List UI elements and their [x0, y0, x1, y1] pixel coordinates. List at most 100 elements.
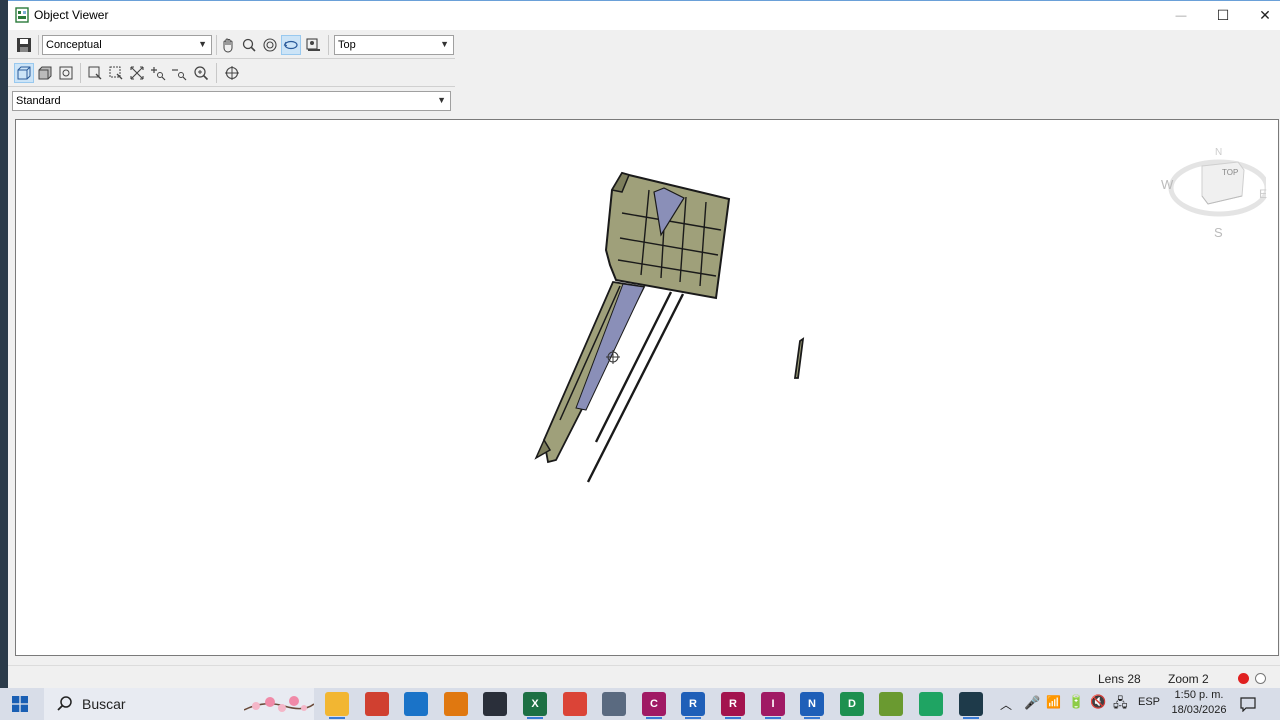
toolbar-separator: [38, 35, 39, 55]
standard-dropdown[interactable]: Standard ▼: [12, 91, 451, 111]
shaded-icon: [38, 66, 52, 80]
wireframe-icon: [17, 66, 31, 80]
taskbar-app-chrome[interactable]: [563, 692, 587, 716]
zoom-realtime-button[interactable]: [191, 63, 211, 83]
window-title: Object Viewer: [34, 8, 109, 22]
zoom-out-icon: [172, 69, 187, 81]
taskbar-app-active-indicator: [804, 717, 820, 719]
zoom-extents-icon: [109, 66, 123, 80]
taskbar-search[interactable]: Buscar: [44, 688, 314, 720]
model-object[interactable]: [534, 171, 731, 483]
viewcube-face-label[interactable]: TOP: [1222, 168, 1238, 177]
visual-style-dropdown[interactable]: Conceptual ▼: [42, 35, 212, 55]
status-bar: Lens 28 Zoom 2: [8, 665, 1280, 689]
orbit-button[interactable]: [260, 35, 280, 55]
wireframe-button[interactable]: [14, 63, 34, 83]
title-bar[interactable]: Object Viewer — ☐ ✕: [8, 1, 1280, 30]
view-dropdown[interactable]: Top ▼: [334, 35, 454, 55]
taskbar-app-active-indicator: [765, 717, 781, 719]
zoom-in-button[interactable]: [148, 63, 168, 83]
cherry-blossom-icon: [244, 696, 314, 712]
chevron-up-icon[interactable]: ︿: [1000, 696, 1012, 713]
toolbar-separator: [328, 35, 329, 55]
battery-icon[interactable]: 🔋: [1068, 694, 1084, 710]
taskbar-app-app-recycle[interactable]: [602, 692, 626, 716]
app-icon: [15, 7, 29, 23]
model-canvas[interactable]: [16, 120, 1278, 655]
visual-style-value: Conceptual: [46, 39, 102, 51]
zoom-all-button[interactable]: [127, 63, 147, 83]
network-icon[interactable]: 🖧: [1113, 694, 1128, 716]
clock-date[interactable]: 18/03/2026: [1170, 703, 1228, 718]
taskbar-app-app-dark[interactable]: [483, 692, 507, 716]
constrained-orbit-button[interactable]: [281, 35, 301, 55]
chevron-down-icon: ▼: [437, 95, 446, 105]
taskbar-app-active-indicator: [527, 717, 543, 719]
taskbar-app-app-green[interactable]: D: [840, 692, 864, 716]
zoom-readout: Zoom 2: [1168, 672, 1209, 686]
shaded-button[interactable]: [35, 63, 55, 83]
minimize-button[interactable]: —: [1158, 1, 1204, 30]
chevron-down-icon: ▼: [440, 39, 449, 49]
view-value: Top: [338, 39, 356, 51]
toolbar-separator: [216, 63, 217, 83]
viewcube-north[interactable]: N: [1215, 147, 1222, 158]
taskbar-app-terminal[interactable]: [959, 692, 983, 716]
speaker-muted-icon[interactable]: 🔇: [1090, 694, 1106, 710]
microphone-icon[interactable]: 🎤: [1024, 695, 1040, 711]
taskbar-app-navisworks[interactable]: N: [800, 692, 824, 716]
chevron-down-icon: ▼: [198, 39, 207, 49]
viewcube-south[interactable]: S: [1214, 225, 1223, 240]
windows-start-icon[interactable]: [12, 696, 28, 712]
zoom-in-icon: [151, 67, 166, 81]
toolbar-separator: [80, 63, 81, 83]
record-ring-icon[interactable]: [1255, 673, 1266, 684]
desktop-edge: [0, 0, 8, 688]
taskbar-app-drive[interactable]: [919, 692, 943, 716]
zoom-extents-button[interactable]: [106, 63, 126, 83]
wifi-icon[interactable]: 📶: [1046, 695, 1061, 709]
taskbar-app-recap[interactable]: R: [721, 692, 745, 716]
object-viewer-window: Object Viewer — ☐ ✕ Conceptual ▼ Top ▼ S…: [8, 0, 1280, 689]
zoom-window-button[interactable]: [85, 63, 105, 83]
target-button[interactable]: [222, 63, 242, 83]
taskbar-app-revit[interactable]: R: [681, 692, 705, 716]
input-language[interactable]: ESP: [1138, 696, 1160, 708]
taskbar-app-file-explorer[interactable]: [325, 692, 349, 716]
taskbar-app-civil3d[interactable]: C: [642, 692, 666, 716]
viewcube-east[interactable]: E: [1259, 187, 1267, 201]
record-indicator-icon[interactable]: [1238, 673, 1249, 684]
zoom-realtime-icon: [194, 66, 209, 81]
small-object[interactable]: [793, 337, 805, 379]
standard-value: Standard: [16, 95, 61, 107]
toolbar-divider: [8, 86, 455, 87]
save-button[interactable]: [14, 35, 34, 55]
viewcube-icon: [1168, 159, 1266, 217]
zoom-icon: [242, 38, 256, 52]
pan-button[interactable]: [218, 35, 238, 55]
notification-icon[interactable]: [1240, 696, 1256, 712]
viewcube-west[interactable]: W: [1161, 177, 1173, 192]
taskbar-app-active-indicator: [725, 717, 741, 719]
camera-button[interactable]: [303, 35, 323, 55]
zoom-all-icon: [130, 66, 144, 80]
pan-icon: [223, 38, 233, 53]
taskbar-app-search-tool[interactable]: [444, 692, 468, 716]
taskbar-app-outlook[interactable]: [404, 692, 428, 716]
taskbar-app-excel[interactable]: X: [523, 692, 547, 716]
taskbar-app-active-indicator: [685, 717, 701, 719]
constrained-orbit-icon: [283, 40, 298, 50]
perspective-button[interactable]: [56, 63, 76, 83]
taskbar-app-infraworks[interactable]: I: [761, 692, 785, 716]
3d-viewport[interactable]: TOP N S E W: [15, 119, 1279, 656]
zoom-button[interactable]: [239, 35, 259, 55]
maximize-button[interactable]: ☐: [1200, 1, 1246, 30]
close-button[interactable]: ✕: [1242, 1, 1280, 30]
taskbar-app-active-indicator: [963, 717, 979, 719]
taskbar-app-app-plant[interactable]: [879, 692, 903, 716]
clock-time[interactable]: 1:50 p. m.: [1170, 688, 1228, 703]
taskbar-app-app-red[interactable]: [365, 692, 389, 716]
camera-icon: [306, 38, 320, 51]
zoom-out-button[interactable]: [169, 63, 189, 83]
viewcube[interactable]: TOP N S E W: [1156, 147, 1267, 243]
